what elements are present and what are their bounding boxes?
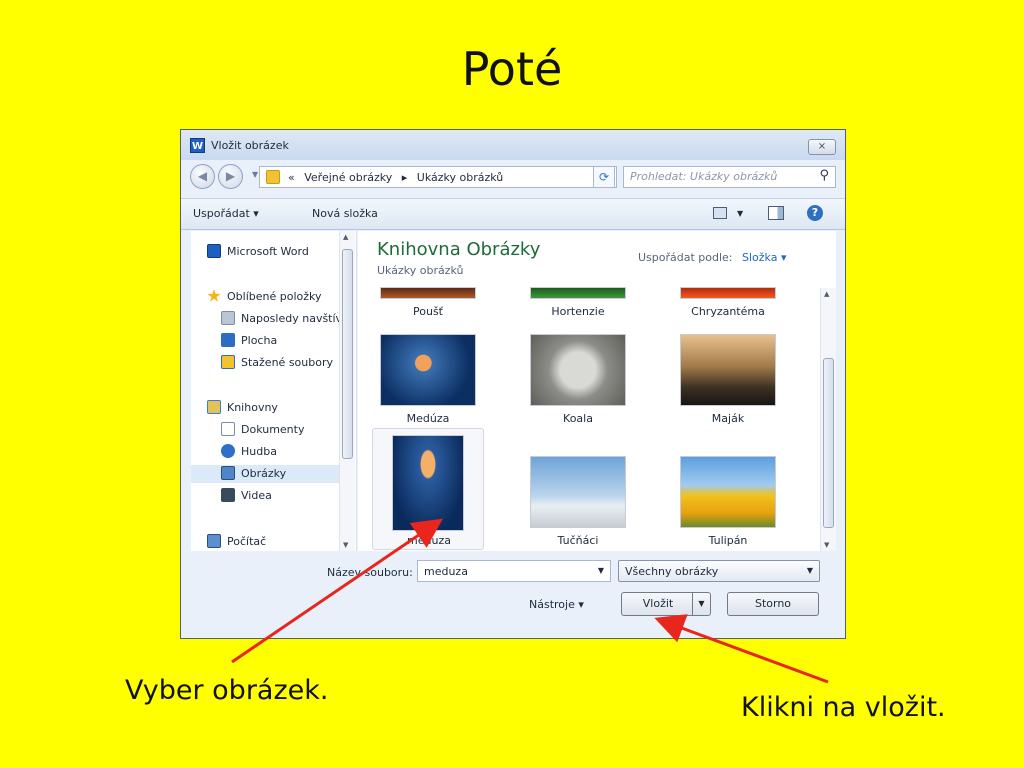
annotation-arrows — [231, 518, 829, 684]
arrow-to-insert — [654, 614, 829, 684]
arrow-to-image — [231, 518, 443, 664]
